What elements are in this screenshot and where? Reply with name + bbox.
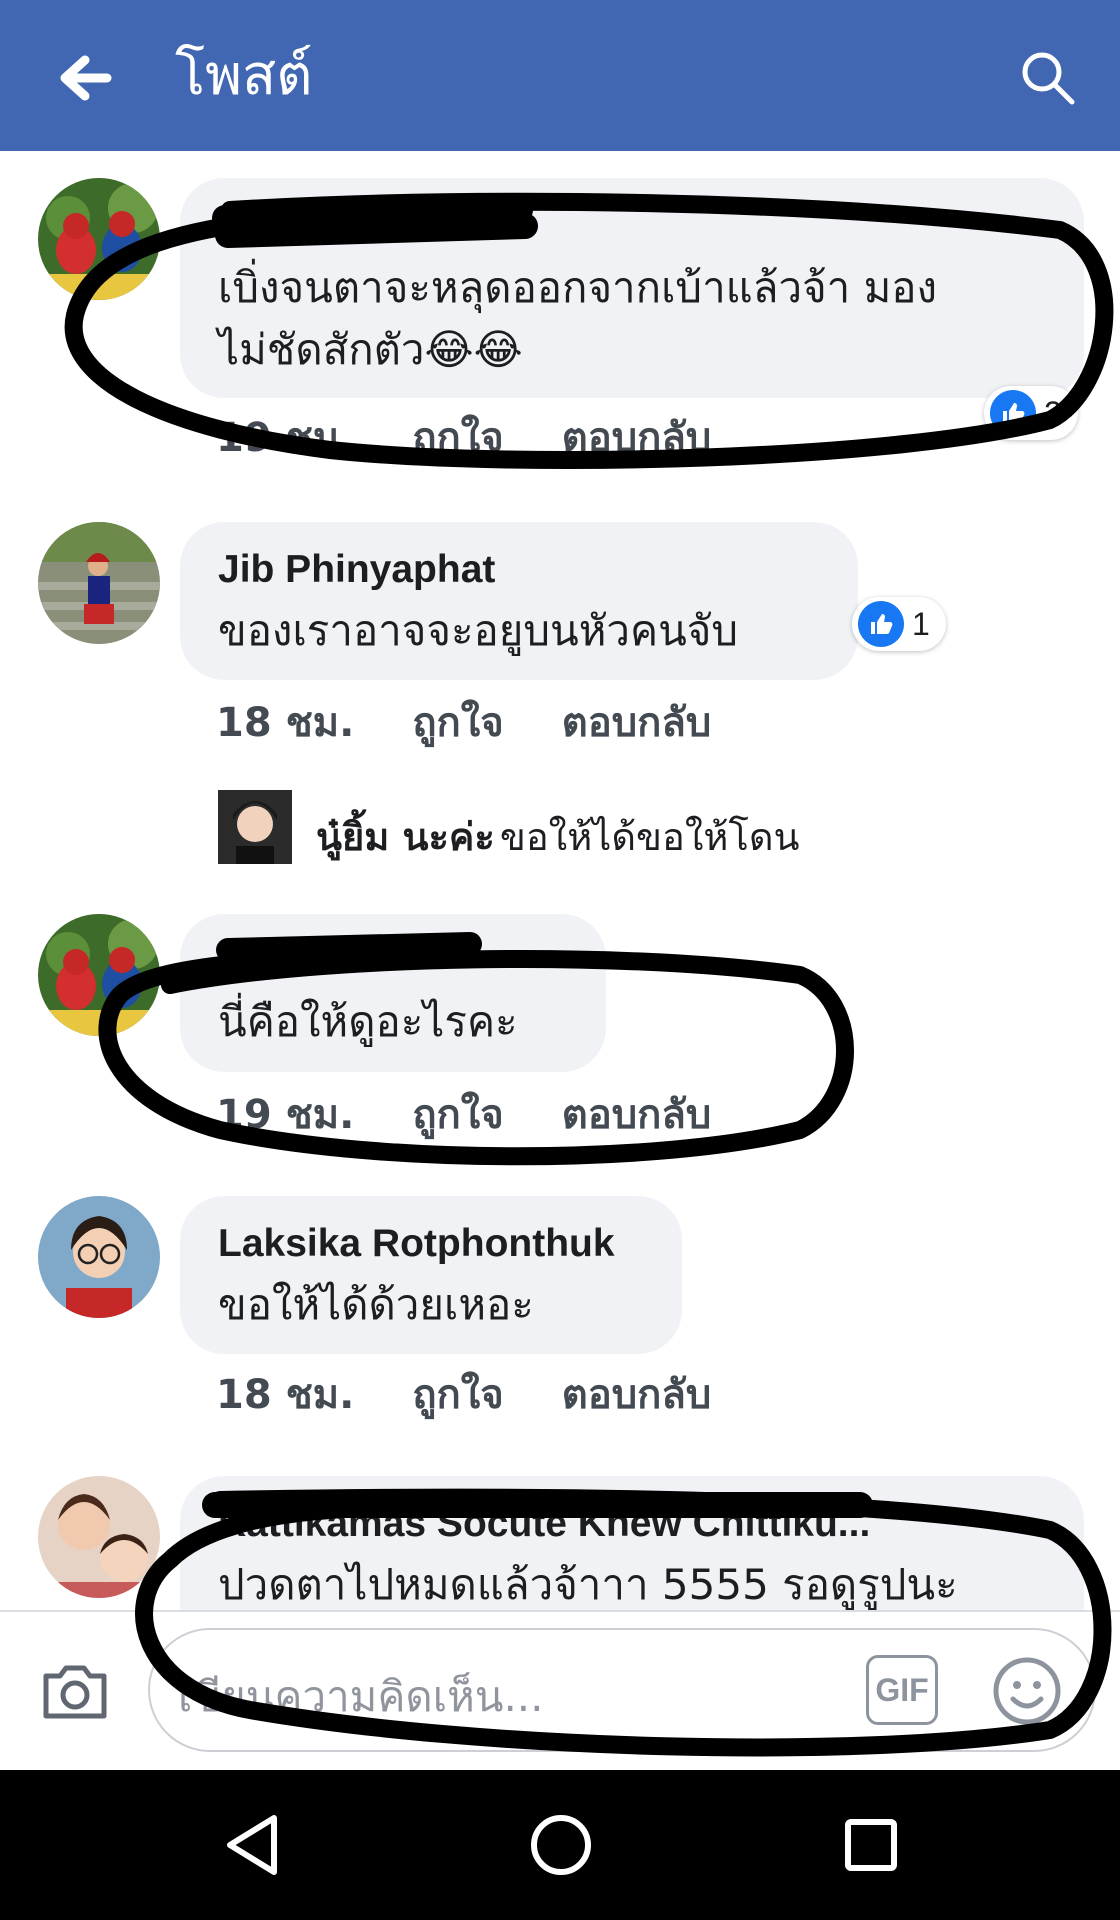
- thumbs-up-icon: [858, 601, 904, 647]
- reply-button[interactable]: ตอบกลับ: [562, 415, 712, 461]
- timestamp: 19 ชม.: [216, 1092, 355, 1138]
- reaction-number: 1: [912, 605, 930, 642]
- square-recents-icon[interactable]: [838, 1812, 904, 1878]
- comment-meta: 19 ชม. ถูกใจ ตอบกลับ: [216, 405, 769, 469]
- avatar[interactable]: [38, 914, 160, 1036]
- triangle-back-icon[interactable]: [218, 1810, 288, 1880]
- reply-preview[interactable]: นู๋ยิ้ม นะค่ะ ขอให้ได้ขอให้โดน: [316, 806, 800, 867]
- smiley-icon[interactable]: [990, 1654, 1064, 1728]
- avatar[interactable]: [38, 1476, 160, 1598]
- page-title: โพสต์: [175, 43, 313, 108]
- reaction-count[interactable]: 1: [852, 597, 946, 651]
- comment-author[interactable]: Laksika Rotphonthuk: [218, 1222, 615, 1266]
- arrow-left-icon[interactable]: [55, 48, 115, 108]
- comment-meta: 18 ชม. ถูกใจ ตอบกลับ: [216, 690, 769, 754]
- circle-home-icon[interactable]: [526, 1810, 596, 1880]
- comment-text: ขอให้ได้ด้วยเหอะ: [218, 1280, 534, 1329]
- comment-author[interactable]: Kattikamas Socute Khew Chittiku...: [218, 1502, 870, 1546]
- top-bar: [0, 0, 1120, 151]
- search-icon[interactable]: [1018, 48, 1078, 108]
- reply-button[interactable]: ตอบกลับ: [562, 1372, 712, 1418]
- avatar[interactable]: [218, 790, 292, 864]
- like-button[interactable]: ถูกใจ: [412, 1092, 503, 1138]
- like-button[interactable]: ถูกใจ: [412, 1372, 503, 1418]
- gif-button[interactable]: GIF: [866, 1655, 938, 1725]
- timestamp: 18 ชม.: [216, 1372, 355, 1418]
- comment-text: นี่คือให้ดูอะไรคะ: [218, 997, 518, 1046]
- reply-text: ขอให้ได้ขอให้โดน: [499, 815, 800, 859]
- reply-button[interactable]: ตอบกลับ: [562, 1092, 712, 1138]
- reply-author[interactable]: นู๋ยิ้ม นะค่ะ: [316, 815, 495, 859]
- like-button[interactable]: ถูกใจ: [412, 415, 503, 461]
- timestamp: 19 ชม.: [216, 415, 355, 461]
- comment-text: ไม่ชัดสักตัว😂😂: [218, 325, 523, 374]
- comment-author[interactable]: Jib Phinyaphat: [218, 548, 495, 592]
- comment-text: เบิ่งจนตาจะหลุดออกจากเบ้าแล้วจ้า มอง: [218, 263, 938, 312]
- comment-meta: 18 ชม. ถูกใจ ตอบกลับ: [216, 1362, 769, 1426]
- avatar[interactable]: [38, 1196, 160, 1318]
- camera-icon[interactable]: [38, 1654, 112, 1728]
- like-button[interactable]: ถูกใจ: [412, 700, 503, 746]
- reaction-number: 2: [1044, 394, 1062, 431]
- comment-input-placeholder: เขียนความคิดเห็น...: [178, 1672, 544, 1721]
- comment-text: ปวดตาไปหมดแล้วจ้าาา 5555 รอดูรูปนะ: [218, 1560, 958, 1609]
- avatar[interactable]: [38, 178, 160, 300]
- thumbs-up-icon: [990, 390, 1036, 436]
- avatar[interactable]: [38, 522, 160, 644]
- comment-meta: 19 ชม. ถูกใจ ตอบกลับ: [216, 1082, 769, 1146]
- reply-button[interactable]: ตอบกลับ: [562, 700, 712, 746]
- reaction-count[interactable]: 2: [984, 386, 1078, 440]
- timestamp: 18 ชม.: [216, 700, 355, 746]
- comment-text: ของเราอาจจะอยูบนหัวคนจับ: [218, 606, 739, 655]
